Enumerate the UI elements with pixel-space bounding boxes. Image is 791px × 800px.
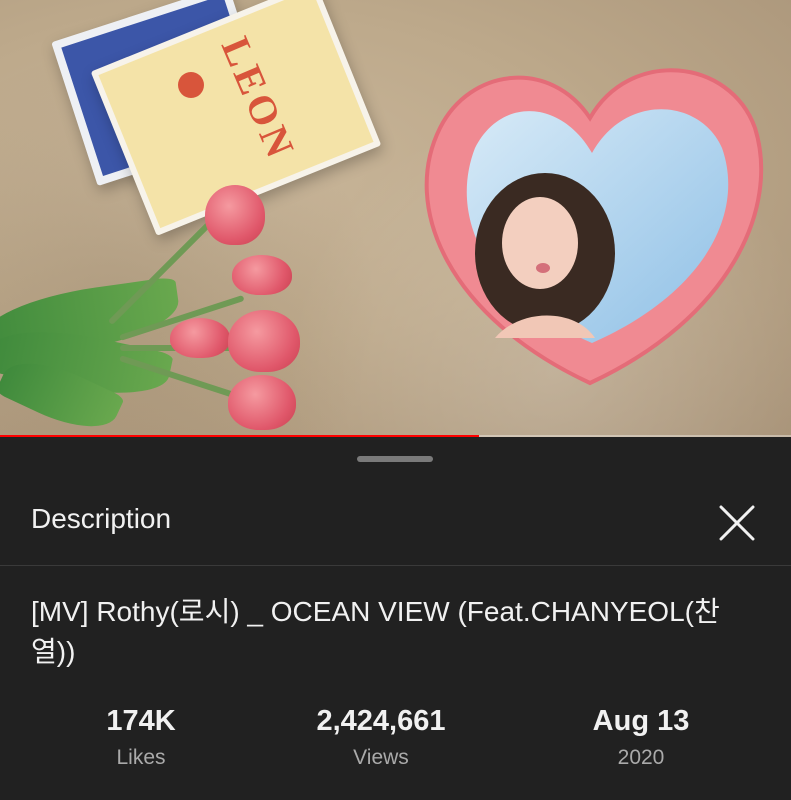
drag-handle[interactable] (357, 456, 433, 462)
description-panel: Description [MV] Rothy(로시) _ OCEAN VIEW … (0, 439, 791, 800)
book-apple-image (178, 72, 204, 98)
tulip-image (205, 185, 265, 245)
likes-count: 174K (106, 705, 176, 737)
upload-year: 2020 (617, 746, 665, 769)
stat-date: Aug 13 2020 (541, 705, 741, 770)
views-label: Views (353, 746, 409, 769)
close-button[interactable] (712, 498, 762, 548)
video-player[interactable]: LEON (0, 0, 791, 437)
tulip-image (228, 310, 300, 372)
description-header: Description (0, 479, 791, 566)
stat-views: 2,424,661 Views (281, 705, 481, 770)
video-title: [MV] Rothy(로시) _ OCEAN VIEW (Feat.CHANYE… (31, 596, 720, 667)
tulip-image (170, 318, 230, 358)
stat-likes: 174K Likes (41, 705, 241, 770)
upload-date: Aug 13 (592, 705, 690, 737)
heart-mirror-image (424, 68, 764, 386)
close-icon (719, 505, 755, 541)
person-face-image (502, 197, 578, 289)
views-count: 2,424,661 (316, 705, 446, 737)
video-progress-fill (0, 435, 479, 437)
likes-label: Likes (116, 746, 166, 769)
tulip-image (228, 375, 296, 430)
description-title: Description (31, 503, 172, 534)
video-progress-bar[interactable] (0, 435, 791, 437)
tulip-image (232, 255, 292, 295)
